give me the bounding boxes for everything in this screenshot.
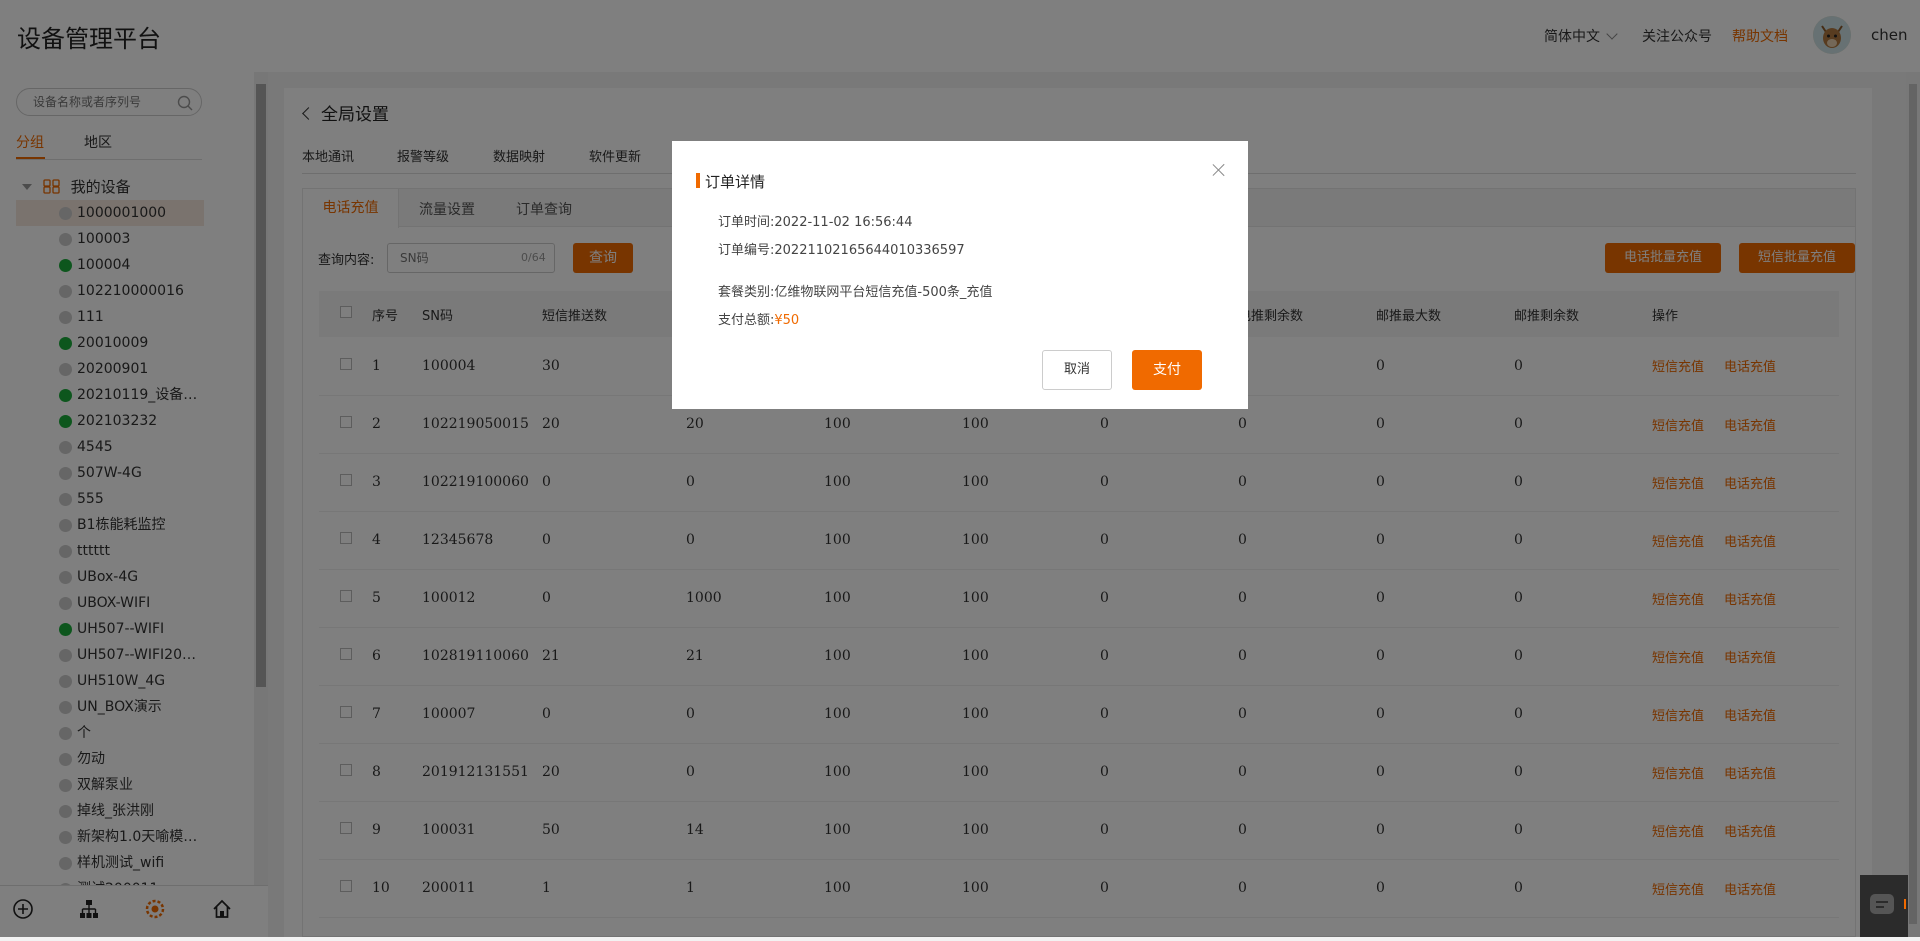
total-amount: ¥50 — [774, 313, 800, 328]
package-row: 套餐类别:亿维物联网平台短信充值-500条_充值 — [718, 281, 992, 300]
pay-button[interactable]: 支付 — [1132, 350, 1202, 390]
chat-widget[interactable] — [1860, 875, 1908, 937]
order-number-label: 订单编号: — [718, 243, 775, 258]
cancel-button[interactable]: 取消 — [1042, 350, 1112, 390]
total-row: 支付总额:¥50 — [718, 309, 799, 328]
order-detail-dialog: 订单详情 订单时间:2022-11-02 16:56:44 订单编号:20221… — [672, 141, 1248, 409]
order-time-label: 订单时间: — [718, 215, 775, 230]
close-icon[interactable] — [1212, 163, 1226, 177]
order-time-row: 订单时间:2022-11-02 16:56:44 — [718, 211, 912, 230]
order-time-value: 2022-11-02 16:56:44 — [774, 215, 913, 230]
total-label: 支付总额: — [718, 313, 775, 328]
dialog-title: 订单详情 — [695, 173, 766, 191]
package-value: 亿维物联网平台短信充值-500条_充值 — [774, 285, 993, 300]
chat-icon[interactable] — [1860, 875, 1908, 937]
package-label: 套餐类别: — [718, 285, 775, 300]
order-number-value: 202211021656440103365​97 — [774, 243, 965, 258]
order-number-row: 订单编号:202211021656440103365​97 — [718, 239, 965, 258]
